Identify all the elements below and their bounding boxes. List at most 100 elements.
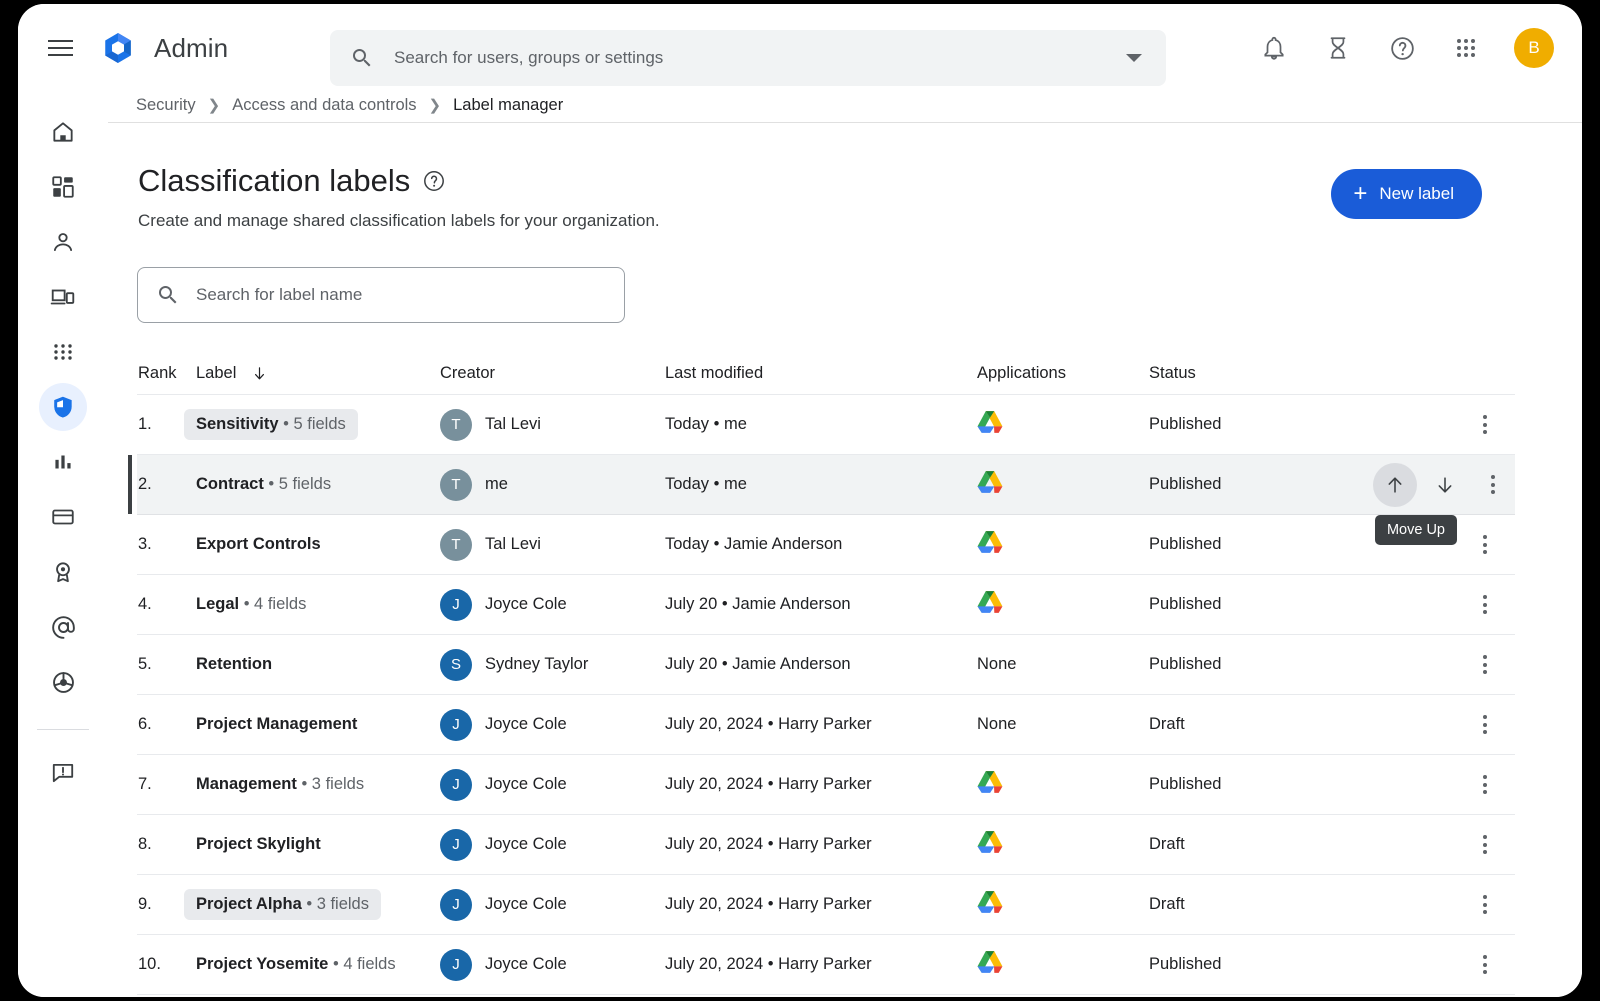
search-label-input[interactable] xyxy=(196,285,624,305)
cell-applications xyxy=(977,770,1149,799)
sidebar-item-apps[interactable] xyxy=(39,328,87,376)
label-chip[interactable]: Project Yosemite • 4 fields xyxy=(184,949,408,980)
label-fields: • 4 fields xyxy=(239,595,307,613)
new-label-button[interactable]: + New label xyxy=(1331,169,1482,219)
table-row[interactable]: 10. Project Yosemite • 4 fields J Joyce … xyxy=(137,935,1515,995)
avatar: J xyxy=(440,948,472,981)
google-drive-icon xyxy=(977,831,1003,853)
feedback-icon xyxy=(52,763,74,783)
arrow-up-icon xyxy=(1388,476,1402,493)
brand[interactable]: Admin xyxy=(100,30,228,66)
label-chip[interactable]: Sensitivity • 5 fields xyxy=(184,409,358,440)
google-drive-icon xyxy=(977,531,1003,553)
creator-name: Joyce Cole xyxy=(485,595,567,613)
more-vert-icon[interactable] xyxy=(1473,465,1513,505)
sidebar-item-home[interactable] xyxy=(39,108,87,156)
more-vert-icon[interactable] xyxy=(1465,525,1505,565)
labels-table: Rank Label Creator Last modified Applica… xyxy=(128,353,1515,995)
sidebar-item-reporting[interactable] xyxy=(39,438,87,486)
more-vert-icon[interactable] xyxy=(1465,765,1505,805)
cell-last-modified: July 20, 2024 • Harry Parker xyxy=(665,895,872,913)
table-row[interactable]: 4. Legal • 4 fields J Joyce Cole July 20… xyxy=(137,575,1515,635)
table-row[interactable]: 5. Retention S Sydney Taylor July 20 • J… xyxy=(137,635,1515,695)
sidebar-item-security[interactable] xyxy=(39,383,87,431)
table-row[interactable]: 1. Sensitivity • 5 fields T Tal Levi Tod… xyxy=(137,395,1515,455)
label-chip[interactable]: Project Management xyxy=(184,709,369,740)
avatar: J xyxy=(440,828,472,861)
sidebar-item-account[interactable] xyxy=(39,548,87,596)
page-header: Classification labels Create and manage … xyxy=(108,123,1582,231)
creator-name: Joyce Cole xyxy=(485,715,567,733)
more-vert-icon[interactable] xyxy=(1465,945,1505,985)
sidebar-item-directory[interactable] xyxy=(39,218,87,266)
table-row[interactable]: 2. Contract • 5 fields T me Today • me P… xyxy=(128,455,1515,545)
table-row[interactable]: 9. Project Alpha • 3 fields J Joyce Cole… xyxy=(137,875,1515,935)
label-search-box[interactable] xyxy=(137,267,625,323)
breadcrumb-item-security[interactable]: Security xyxy=(136,96,196,115)
google-drive-icon-wrap xyxy=(977,531,1003,558)
table-row[interactable]: 8. Project Skylight J Joyce Cole July 20… xyxy=(137,815,1515,875)
google-drive-icon-wrap xyxy=(977,771,1003,798)
label-name: Management xyxy=(196,775,297,793)
hamburger-menu-icon[interactable] xyxy=(36,24,84,72)
column-header-rank[interactable]: Rank xyxy=(137,364,196,383)
sidebar-item-rules[interactable] xyxy=(39,603,87,651)
table-row[interactable]: 7. Management • 3 fields J Joyce Cole Ju… xyxy=(137,755,1515,815)
label-chip[interactable]: Project Alpha • 3 fields xyxy=(184,889,381,920)
label-chip[interactable]: Contract • 5 fields xyxy=(184,469,343,500)
column-header-creator[interactable]: Creator xyxy=(440,364,665,383)
table-row[interactable]: 6. Project Management J Joyce Cole July … xyxy=(137,695,1515,755)
label-chip[interactable]: Export Controls xyxy=(184,529,333,560)
google-drive-icon-wrap xyxy=(977,411,1003,438)
sidebar-item-billing[interactable] xyxy=(39,493,87,541)
cell-last-modified: July 20, 2024 • Harry Parker xyxy=(665,775,872,793)
avatar: S xyxy=(440,648,472,681)
person-icon xyxy=(53,233,73,252)
cell-creator: J Joyce Cole xyxy=(440,708,665,741)
column-header-status[interactable]: Status xyxy=(1149,364,1373,383)
move-down-button[interactable] xyxy=(1423,463,1467,507)
column-header-last-modified[interactable]: Last modified xyxy=(665,364,977,383)
avatar[interactable]: B xyxy=(1514,28,1554,68)
column-header-applications[interactable]: Applications xyxy=(977,364,1149,383)
label-chip[interactable]: Retention xyxy=(184,649,284,680)
breadcrumb-item-label-manager: Label manager xyxy=(453,95,564,114)
cell-creator: S Sydney Taylor xyxy=(440,648,665,681)
help-circle-icon[interactable] xyxy=(422,169,446,193)
label-fields: • 5 fields xyxy=(278,415,346,433)
cell-label: Management • 3 fields xyxy=(196,769,440,800)
sidebar-item-send-feedback[interactable] xyxy=(39,749,87,797)
notifications-bell-icon[interactable] xyxy=(1252,26,1296,70)
label-chip[interactable]: Legal • 4 fields xyxy=(184,589,318,620)
sidebar-item-devices[interactable] xyxy=(39,273,87,321)
cell-last-modified: July 20 • Jamie Anderson xyxy=(665,595,851,613)
more-vert-icon[interactable] xyxy=(1465,585,1505,625)
apps-grid-icon[interactable] xyxy=(1444,26,1488,70)
move-up-button[interactable] xyxy=(1373,462,1417,507)
top-bar-actions: B xyxy=(1252,26,1554,70)
sidebar-item-dashboard[interactable] xyxy=(39,163,87,211)
label-chip[interactable]: Project Skylight xyxy=(184,829,333,860)
creator-name: Joyce Cole xyxy=(485,895,567,913)
search-icon xyxy=(353,49,371,67)
more-vert-icon[interactable] xyxy=(1465,825,1505,865)
cell-creator: J Joyce Cole xyxy=(440,948,665,981)
label-name: Sensitivity xyxy=(196,415,279,433)
chevron-down-icon[interactable] xyxy=(1126,54,1142,62)
help-icon[interactable] xyxy=(1380,26,1424,70)
more-vert-icon[interactable] xyxy=(1465,405,1505,445)
column-header-label[interactable]: Label xyxy=(196,364,440,383)
table-header-row: Rank Label Creator Last modified Applica… xyxy=(137,353,1515,395)
breadcrumb-item-access-and-data-controls[interactable]: Access and data controls xyxy=(232,96,416,115)
cell-status: Published xyxy=(1149,775,1222,793)
sidebar-item-directory-sync[interactable] xyxy=(39,658,87,706)
global-search[interactable] xyxy=(330,30,1166,86)
hourglass-icon[interactable] xyxy=(1316,26,1360,70)
more-vert-icon[interactable] xyxy=(1465,645,1505,685)
more-vert-icon[interactable] xyxy=(1465,705,1505,745)
label-chip[interactable]: Management • 3 fields xyxy=(184,769,376,800)
search-input[interactable] xyxy=(394,48,1126,68)
more-vert-icon[interactable] xyxy=(1465,885,1505,925)
cell-creator: J Joyce Cole xyxy=(440,888,665,921)
table-row[interactable]: 3. Export Controls T Tal Levi Today • Ja… xyxy=(137,515,1515,575)
